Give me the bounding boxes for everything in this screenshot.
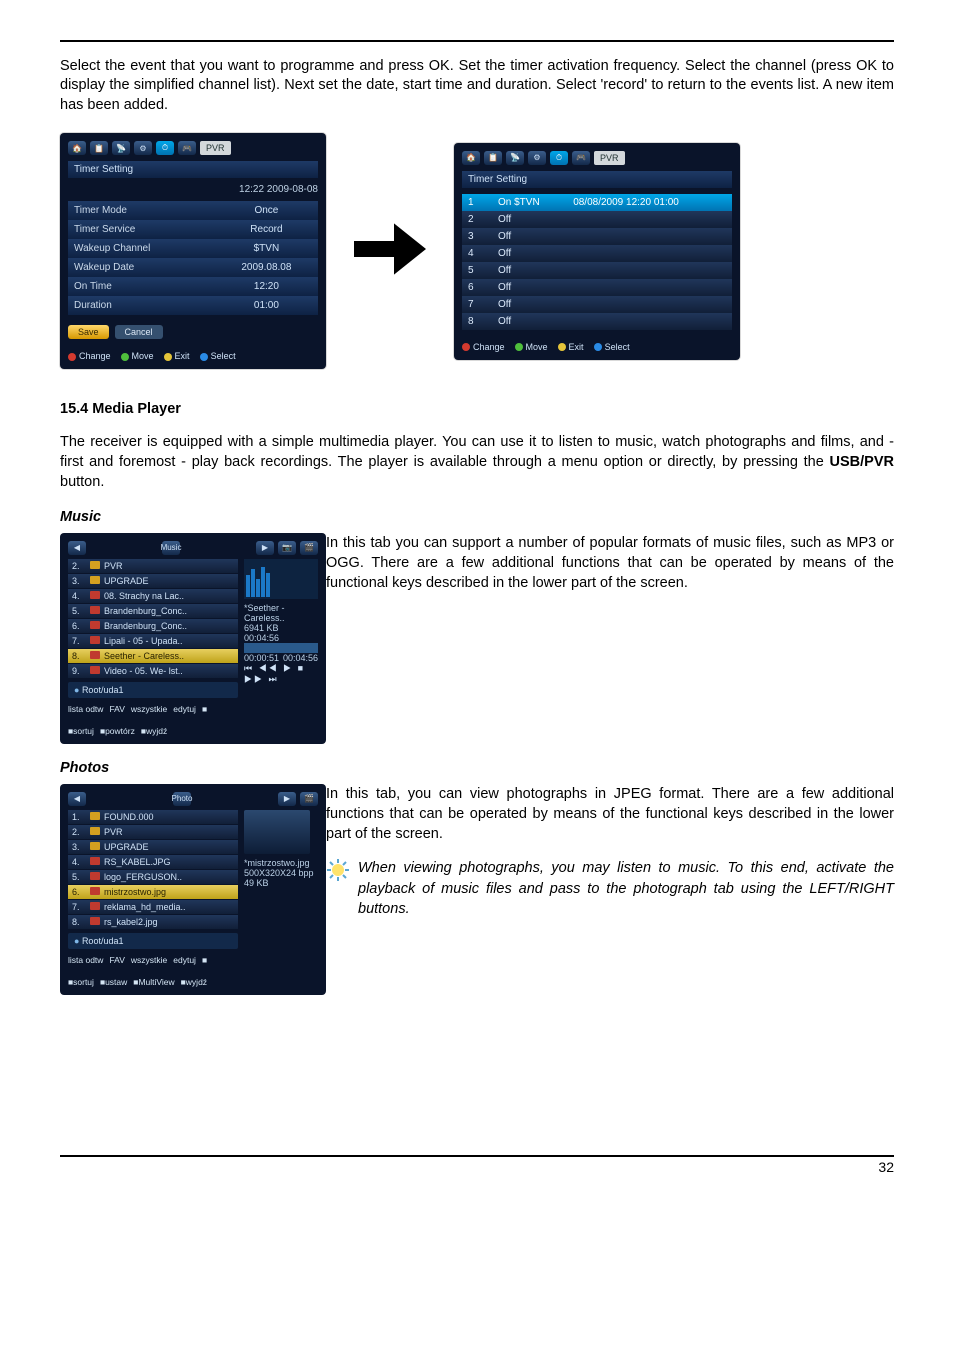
screenshot1-footer-hints: Change Move Exit Select (68, 345, 318, 361)
photos-tip-note: When viewing photographs, you may listen… (358, 858, 894, 919)
photo-tab-label: Photo (173, 792, 191, 806)
music-description: In this tab you can support a number of … (326, 533, 894, 594)
photos-player-screenshot: ◀ Photo ▶🎬 1.FOUND.000 2.PVR 3.UPGRADE 4… (60, 784, 326, 995)
section-paragraph: The receiver is equipped with a simple m… (60, 432, 894, 493)
photos-file-list: 1.FOUND.000 2.PVR 3.UPGRADE 4.RS_KABEL.J… (68, 810, 238, 949)
timer-setting-list-screenshot: 🏠📋📡 ⚙⏱🎮 PVR Timer Setting 1 On $TVN 08/0… (454, 143, 740, 360)
tip-icon (326, 858, 350, 887)
timer-fields-table: Timer ModeOnce Timer ServiceRecord Wakeu… (68, 201, 318, 315)
music-tab-label: Music (162, 541, 180, 555)
photos-root-path: ● Root/uda1 (68, 933, 238, 949)
cancel-button[interactable]: Cancel (115, 325, 163, 339)
save-button[interactable]: Save (68, 325, 109, 339)
intro-paragraph: Select the event that you want to progra… (60, 57, 894, 116)
pvr-tab: PVR (594, 151, 625, 165)
screenshot2-footer-hints: Change Move Exit Select (462, 336, 732, 352)
music-footer-hints: lista odtw FAV wszystkie edytuj ■ ■sortu… (68, 704, 318, 736)
table-row: 6Off (462, 279, 732, 296)
pvr-tab: PVR (200, 141, 231, 155)
left-arrow-tabs: ◀ (68, 541, 86, 555)
table-row: 7Off (462, 296, 732, 313)
top-icon-tabs: 🏠📋📡 ⚙⏱🎮 PVR (462, 151, 625, 165)
music-subheading: Music (60, 509, 894, 525)
music-player-screenshot: ◀ Music ▶📷🎬 2.PVR 3.UPGRADE 4.08. Strach… (60, 533, 326, 744)
usb-pvr-label: USB/PVR (830, 454, 894, 470)
screenshot1-title: Timer Setting (68, 161, 318, 178)
table-row: 3Off (462, 228, 732, 245)
screenshot1-datetime: 12:22 2009-08-08 (68, 184, 318, 195)
screenshot2-title: Timer Setting (462, 171, 732, 188)
arrow-right-icon (350, 209, 430, 294)
table-row: 1 On $TVN 08/08/2009 12:20 01:00 (462, 194, 732, 211)
table-row: 2Off (462, 211, 732, 228)
playback-controls-icon: ⏮ ◀◀ ▶ ■ ▶▶ ⏭ (244, 663, 318, 685)
music-file-list: 2.PVR 3.UPGRADE 4.08. Strachy na Lac.. 5… (68, 559, 238, 698)
photos-description: In this tab, you can view photographs in… (326, 784, 894, 845)
table-row: 8Off (462, 313, 732, 330)
timer-setting-form-screenshot: 🏠📋📡 ⚙⏱🎮 PVR Timer Setting 12:22 2009-08-… (60, 133, 326, 369)
top-divider (60, 40, 894, 42)
music-root-path: ● Root/uda1 (68, 682, 238, 698)
table-row: 4Off (462, 245, 732, 262)
photos-subheading: Photos (60, 760, 894, 776)
top-icon-tabs: 🏠📋📡 ⚙⏱🎮 PVR (68, 141, 231, 155)
photos-footer-hints: lista odtw FAV wszystkie edytuj ■ ■sortu… (68, 955, 318, 987)
table-row: 5Off (462, 262, 732, 279)
section-heading: 15.4 Media Player (60, 401, 894, 417)
photo-thumbnail (244, 810, 310, 854)
screenshot-comparison-row: 🏠📋📡 ⚙⏱🎮 PVR Timer Setting 12:22 2009-08-… (60, 133, 894, 369)
page-number: 32 (60, 1155, 894, 1175)
timer-slots-table: 1 On $TVN 08/08/2009 12:20 01:00 2Off 3O… (462, 194, 732, 330)
